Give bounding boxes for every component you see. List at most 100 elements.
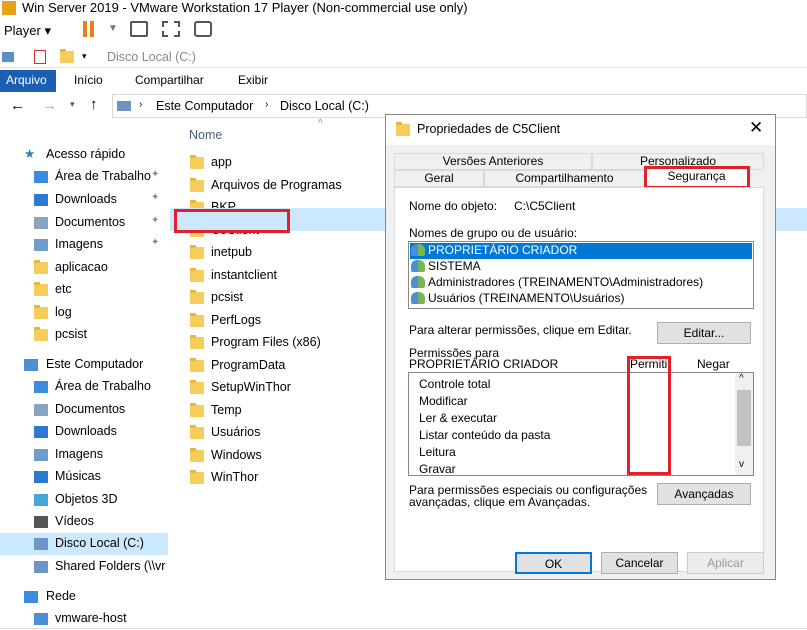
breadcrumb-este-computador[interactable]: Este Computador [156,99,253,113]
scroll-thumb[interactable] [737,390,751,446]
player-toolbar: Player ▾ ▼ [0,16,807,44]
file-row[interactable]: instantclient [190,265,390,287]
sidebar-item[interactable]: Este Computador [0,354,168,376]
group-item[interactable]: Usuários (TREINAMENTO\Usuários) [411,291,624,307]
file-row[interactable]: ProgramData [190,355,390,377]
users-icon [411,260,425,272]
tab-inicio[interactable]: Início [74,73,103,87]
file-row[interactable]: Temp [190,400,390,422]
sidebar-item-label: Shared Folders (\\vr [55,559,166,573]
breadcrumb-disco-local[interactable]: Disco Local (C:) [280,99,369,113]
permissions-list[interactable]: Controle total Modificar Ler & executar … [408,372,754,476]
pin-icon[interactable]: ✦ [151,237,159,248]
forward-icon[interactable]: → [42,97,57,114]
up-icon[interactable]: ↑ [90,96,98,113]
group-item[interactable]: Administradores (TREINAMENTO\Administrad… [411,275,703,291]
sidebar-item[interactable]: Disco Local (C:) [0,533,168,555]
pin-icon[interactable]: ✦ [151,215,159,226]
sidebar-item-label: Objetos 3D [55,492,118,506]
player-menu[interactable]: Player ▾ [4,23,51,39]
sidebar-item[interactable]: Shared Folders (\\vr [0,556,168,578]
edit-button[interactable]: Editar... [657,322,751,344]
cancel-button[interactable]: Cancelar [601,552,678,574]
folder-icon [34,327,48,344]
file-name: SetupWinThor [211,380,291,394]
file-row[interactable]: Usuários [190,422,390,444]
tab-compartilhamento[interactable]: Compartilhamento [484,170,645,187]
sidebar-item[interactable]: pcsist [0,324,168,346]
highlight-c5client [174,209,290,233]
unity-icon[interactable] [194,21,212,37]
advanced-button[interactable]: Avançadas [657,483,751,505]
column-header-name[interactable]: Nome [189,128,222,142]
permissions-scrollbar[interactable]: ^ v [735,373,753,475]
sidebar-item[interactable]: ★ Acesso rápido [0,144,168,166]
sidebar-item[interactable]: Rede [0,586,168,608]
sidebar-item[interactable]: aplicacao [0,257,168,279]
desktop-icon [34,381,48,393]
file-row[interactable]: Program Files (x86) [190,332,390,354]
recent-locations-icon[interactable]: ▾ [70,99,75,110]
group-item[interactable]: SISTEMA [411,259,481,275]
drive-icon [34,538,48,550]
pause-icon[interactable] [83,21,87,37]
tab-exibir[interactable]: Exibir [238,73,268,87]
sidebar-item[interactable]: Documentos [0,399,168,421]
group-item[interactable]: PROPRIETÁRIO CRIADOR [411,243,577,259]
apply-button[interactable]: Aplicar [687,552,764,574]
groups-list[interactable]: PROPRIETÁRIO CRIADOR SISTEMA Administrad… [408,241,754,309]
file-row[interactable]: SetupWinThor [190,377,390,399]
permission-item: Modificar [419,394,468,408]
sidebar-item-label: Rede [46,589,76,603]
folder-icon [190,290,204,307]
sidebar-item[interactable]: Músicas [0,466,168,488]
file-row[interactable]: Arquivos de Programas [190,175,390,197]
file-row[interactable]: pcsist [190,287,390,309]
navigation-pane: ★ Acesso rápido Área de Trabalho ✦ Downloads… [0,132,168,629]
tab-geral[interactable]: Geral [394,170,484,187]
tab-compartilhar[interactable]: Compartilhar [135,73,204,87]
pin-icon[interactable]: ✦ [151,192,159,203]
folder-icon [190,312,204,330]
sidebar-item-label: Acesso rápido [46,147,126,161]
send-ctrl-alt-del-icon[interactable] [130,21,148,37]
ok-button[interactable]: OK [515,552,592,574]
vmware-logo-icon [2,1,16,15]
sidebar-item[interactable]: Vídeos [0,511,168,533]
close-icon[interactable]: ✕ [749,118,763,138]
file-row[interactable]: PerfLogs [190,310,390,332]
tab-versoes-anteriores[interactable]: Versões Anteriores [394,153,592,170]
sidebar-item[interactable]: Downloads ✦ [0,189,168,211]
scroll-up-icon[interactable]: ^ [739,373,744,384]
chevron-down-icon[interactable]: ▼ [108,23,118,34]
new-folder-icon[interactable] [60,49,74,66]
sidebar-item[interactable]: vmware-host [0,608,168,630]
sidebar-item[interactable]: Objetos 3D [0,489,168,511]
file-name: inetpub [211,245,253,259]
sidebar-item[interactable]: etc [0,279,168,301]
folder-icon [190,267,204,285]
file-row[interactable]: inetpub [190,242,390,264]
fullscreen-icon[interactable] [162,21,180,37]
sidebar-item[interactable]: log [0,302,168,324]
customize-toolbar-icon[interactable]: ▾ [82,51,87,62]
properties-icon[interactable] [34,50,46,64]
folder-icon [34,305,48,322]
pin-icon[interactable]: ✦ [151,169,159,180]
ribbon-tabs: Arquivo Início Compartilhar Exibir [0,70,807,92]
folder-icon [190,155,204,172]
file-row[interactable]: app [190,152,390,174]
sidebar-item[interactable]: Área de Trabalho [0,376,168,398]
sidebar-item[interactable]: Imagens ✦ [0,234,168,256]
sidebar-item-label: Imagens [55,447,103,461]
sidebar-item[interactable]: Imagens [0,444,168,466]
file-row[interactable]: WinThor [190,467,390,489]
sidebar-item[interactable]: Documentos ✦ [0,212,168,234]
sidebar-item-label: Documentos [55,402,126,416]
file-row[interactable]: Windows [190,445,390,467]
sidebar-item[interactable]: Área de Trabalho ✦ [0,166,168,188]
scroll-down-icon[interactable]: v [739,459,744,470]
back-icon[interactable]: ← [10,97,25,114]
sidebar-item[interactable]: Downloads [0,421,168,443]
highlight-seguranca [644,166,750,189]
